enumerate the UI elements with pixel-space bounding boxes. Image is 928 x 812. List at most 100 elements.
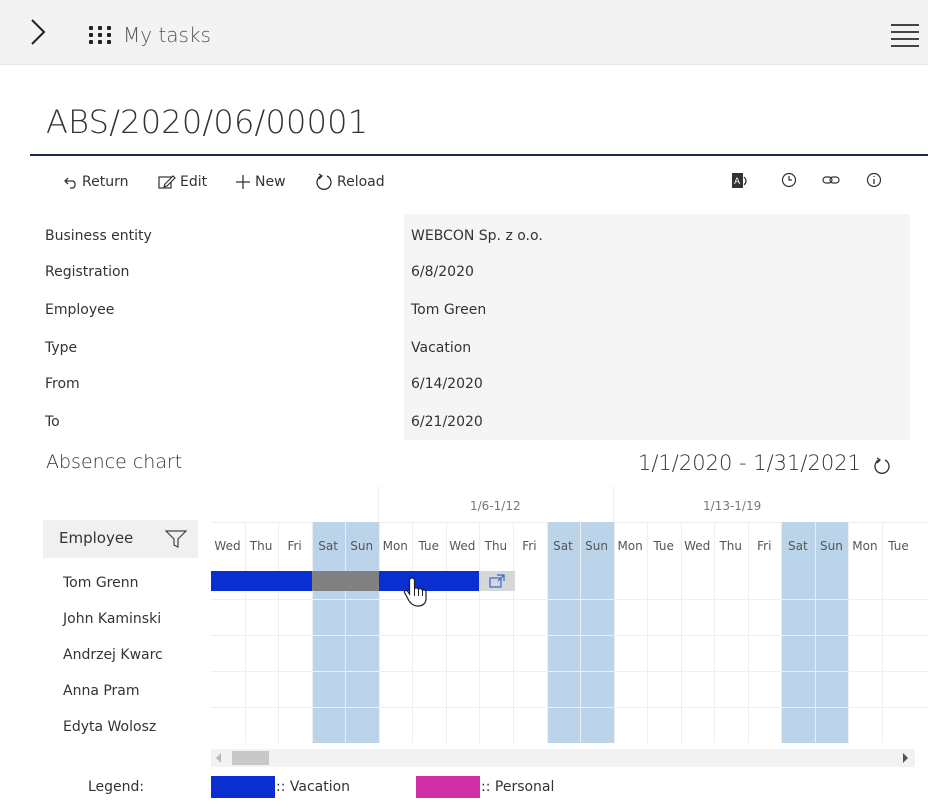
- week-divider: [613, 486, 614, 522]
- day-header: Thu: [249, 539, 273, 553]
- day-column-line: [312, 522, 313, 743]
- horizontal-scrollbar[interactable]: [211, 749, 915, 767]
- filter-icon[interactable]: [165, 530, 187, 548]
- day-column-line: [681, 522, 682, 743]
- day-header: Wed: [214, 539, 241, 553]
- legend-label: Legend:: [88, 779, 145, 795]
- day-column-line: [479, 522, 480, 743]
- day-header: Tue: [888, 539, 909, 553]
- day-header: Thu: [719, 539, 743, 553]
- chevron-right-icon[interactable]: [30, 19, 46, 45]
- row-divider: [211, 671, 928, 672]
- field-value-type[interactable]: Vacation: [411, 340, 471, 356]
- employee-row-name[interactable]: Tom Grenn: [63, 575, 138, 591]
- row-divider: [211, 707, 928, 708]
- new-button[interactable]: New: [235, 172, 286, 192]
- reload-label: Reload: [337, 174, 385, 190]
- day-column-line: [781, 522, 782, 743]
- day-header: Tue: [418, 539, 440, 553]
- day-header: Sun: [585, 539, 608, 553]
- hand-cursor-icon: [403, 577, 427, 607]
- field-label-from: From: [45, 376, 80, 392]
- legend-personal-label: :: Personal: [481, 779, 555, 795]
- return-button[interactable]: Return: [64, 172, 128, 192]
- field-values-panel: [404, 214, 910, 440]
- day-header: Fri: [522, 539, 537, 553]
- edit-button[interactable]: Edit: [158, 172, 207, 192]
- scroll-right-arrow-icon[interactable]: [903, 753, 908, 763]
- week-label: 1/6-1/12: [470, 499, 521, 513]
- day-column-line: [882, 522, 883, 743]
- day-column-line: [379, 522, 380, 743]
- field-label-business-entity: Business entity: [45, 228, 152, 244]
- history-clock-icon[interactable]: [781, 172, 797, 188]
- reload-icon: [316, 173, 332, 190]
- field-label-type: Type: [45, 340, 78, 356]
- open-link-icon[interactable]: [489, 574, 505, 588]
- day-column-line: [614, 522, 615, 743]
- app-launcher-icon[interactable]: [89, 26, 111, 44]
- field-label-employee: Employee: [45, 302, 115, 318]
- day-header: Fri: [287, 539, 302, 553]
- employee-row-name[interactable]: John Kaminski: [63, 611, 161, 627]
- vacation-bar-weekend[interactable]: [312, 571, 379, 591]
- field-value-from[interactable]: 6/14/2020: [411, 376, 483, 392]
- field-value-registration[interactable]: 6/8/2020: [411, 264, 474, 280]
- day-header: Mon: [617, 539, 643, 553]
- office-icon[interactable]: A: [732, 172, 750, 190]
- scrollbar-thumb[interactable]: [232, 751, 269, 765]
- field-label-to: To: [45, 414, 60, 430]
- reload-button[interactable]: Reload: [315, 172, 385, 192]
- plus-icon: [236, 175, 250, 189]
- day-header: Wed: [449, 539, 476, 553]
- edit-icon: [158, 175, 176, 189]
- new-label: New: [255, 174, 286, 190]
- day-column-line: [714, 522, 715, 743]
- employee-row-name[interactable]: Anna Pram: [63, 683, 140, 699]
- field-value-business-entity[interactable]: WEBCON Sp. z o.o.: [411, 228, 543, 244]
- day-column-line: [513, 522, 514, 743]
- day-column-line: [278, 522, 279, 743]
- day-column-line: [580, 522, 581, 743]
- day-header: Sat: [553, 539, 573, 553]
- svg-text:A: A: [734, 177, 741, 187]
- field-label-registration: Registration: [45, 264, 130, 280]
- absence-date-range[interactable]: 1/1/2020 - 1/31/2021: [638, 451, 861, 475]
- day-header: Sat: [318, 539, 338, 553]
- day-header: Fri: [757, 539, 772, 553]
- day-column-line: [446, 522, 447, 743]
- day-column-line: [412, 522, 413, 743]
- scroll-left-arrow-icon[interactable]: [216, 753, 221, 763]
- return-label: Return: [82, 174, 129, 190]
- field-value-employee[interactable]: Tom Green: [411, 302, 486, 318]
- week-divider: [378, 486, 379, 522]
- return-icon: [64, 177, 76, 189]
- vacation-bar[interactable]: [379, 571, 479, 591]
- page-title: ABS/2020/06/00001: [46, 103, 369, 141]
- day-header: Mon: [852, 539, 878, 553]
- row-divider: [211, 635, 928, 636]
- employee-row-name[interactable]: Edyta Wolosz: [63, 719, 156, 735]
- day-column-line: [848, 522, 849, 743]
- employee-row-name[interactable]: Andrzej Kwarc: [63, 647, 163, 663]
- vacation-bar[interactable]: [211, 571, 312, 591]
- day-header: Sat: [788, 539, 808, 553]
- title-divider: [30, 154, 928, 156]
- day-column-line: [815, 522, 816, 743]
- link-icon[interactable]: [822, 172, 840, 188]
- info-icon[interactable]: [866, 172, 882, 188]
- field-value-to[interactable]: 6/21/2020: [411, 414, 483, 430]
- day-column-line: [245, 522, 246, 743]
- legend-personal-swatch: [416, 776, 480, 798]
- day-column-line: [345, 522, 346, 743]
- day-header: Wed: [684, 539, 711, 553]
- app-title[interactable]: My tasks: [123, 23, 211, 47]
- week-header-row: [211, 486, 928, 523]
- hamburger-menu-icon[interactable]: [891, 24, 919, 48]
- day-column-line: [647, 522, 648, 743]
- refresh-icon[interactable]: [872, 456, 892, 476]
- legend-vacation-swatch: [211, 776, 275, 798]
- employee-header-label: Employee: [59, 529, 134, 547]
- row-divider: [211, 599, 928, 600]
- day-header: Thu: [484, 539, 508, 553]
